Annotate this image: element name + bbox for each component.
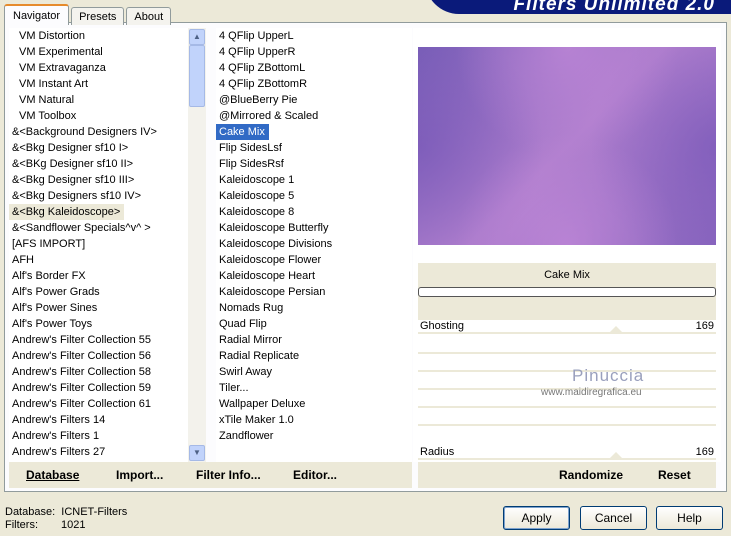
- watermark-url: www.maidiregrafica.eu: [541, 387, 642, 398]
- slider-value: 169: [695, 320, 714, 332]
- category-item[interactable]: Alf's Border FX: [9, 268, 188, 284]
- status-database: Database: ICNET-Filters: [5, 506, 127, 518]
- filter-item[interactable]: Radial Replicate: [216, 348, 412, 364]
- category-item[interactable]: VM Experimental: [9, 44, 188, 60]
- right-toolbar: Randomize Reset: [418, 462, 716, 488]
- app-banner: Filters Unlimited 2.0: [425, 0, 731, 15]
- category-item[interactable]: &<Sandflower Specials^v^ >: [9, 220, 188, 236]
- slider-thumb[interactable]: [608, 452, 624, 460]
- filter-item[interactable]: Nomads Rug: [216, 300, 412, 316]
- category-list[interactable]: VM Distortion VM Experimental VM Extravaga…: [9, 28, 188, 462]
- category-item[interactable]: VM Toolbox: [9, 108, 188, 124]
- category-item[interactable]: VM Distortion: [9, 28, 188, 44]
- progress-bar: [418, 287, 716, 297]
- category-item[interactable]: &<Bkg Designer sf10 I>: [9, 140, 188, 156]
- database-button[interactable]: Database: [26, 468, 79, 482]
- scroll-thumb[interactable]: [189, 45, 205, 107]
- status-value: ICNET-Filters: [61, 506, 128, 518]
- slider-value: 169: [695, 446, 714, 458]
- filter-item[interactable]: Wallpaper Deluxe: [216, 396, 412, 412]
- status-label: Database:: [5, 506, 56, 518]
- filter-item[interactable]: @BlueBerry Pie: [216, 92, 412, 108]
- category-item[interactable]: &<Background Designers IV>: [9, 124, 188, 140]
- slider-label: Radius: [420, 446, 455, 458]
- filter-item[interactable]: Kaleidoscope 1: [216, 172, 412, 188]
- category-scrollbar[interactable]: ▲ ▼: [188, 28, 206, 462]
- category-item[interactable]: AFH: [9, 252, 188, 268]
- category-item[interactable]: &<Bkg Kaleidoscope>: [9, 204, 125, 220]
- tab-bar: Navigator Presets About: [4, 4, 172, 25]
- category-item[interactable]: Andrew's Filter Collection 58: [9, 364, 188, 380]
- category-item[interactable]: Andrew's Filters 27: [9, 444, 188, 460]
- reset-button[interactable]: Reset: [658, 468, 691, 482]
- category-item[interactable]: VM Extravaganza: [9, 60, 188, 76]
- status-value: 1021: [61, 519, 86, 531]
- filter-item[interactable]: xTile Maker 1.0: [216, 412, 412, 428]
- slider-label: Ghosting: [420, 320, 465, 332]
- scroll-up-icon[interactable]: ▲: [189, 29, 205, 45]
- category-item[interactable]: Andrew's Filters 14: [9, 412, 188, 428]
- slider-radius[interactable]: Radius 169: [418, 446, 716, 460]
- filter-item[interactable]: Flip SidesLsf: [216, 140, 412, 156]
- category-item[interactable]: Andrew's Filters 1: [9, 428, 188, 444]
- filter-item[interactable]: 4 QFlip ZBottomR: [216, 76, 412, 92]
- tab-about[interactable]: About: [126, 7, 172, 25]
- help-button[interactable]: Help: [656, 506, 723, 530]
- category-item[interactable]: Andrew's Filter Collection 61: [9, 396, 188, 412]
- category-item[interactable]: Alf's Power Grads: [9, 284, 188, 300]
- randomize-button[interactable]: Randomize: [559, 468, 623, 482]
- filter-item[interactable]: Quad Flip: [216, 316, 412, 332]
- filter-item[interactable]: Kaleidoscope Heart: [216, 268, 412, 284]
- category-item[interactable]: Alf's Power Sines: [9, 300, 188, 316]
- status-label: Filters:: [5, 519, 38, 531]
- filter-item[interactable]: Zandflower: [216, 428, 412, 444]
- watermark-name: Pinuccia: [572, 366, 645, 385]
- category-item[interactable]: VM Natural: [9, 92, 188, 108]
- slider-thumb[interactable]: [608, 326, 624, 334]
- editor-button[interactable]: Editor...: [293, 468, 337, 482]
- category-item[interactable]: Andrew's Filter Collection 55: [9, 332, 188, 348]
- filter-item[interactable]: 4 QFlip UpperR: [216, 44, 412, 60]
- preview-image: [418, 47, 716, 245]
- filter-item[interactable]: Tiler...: [216, 380, 412, 396]
- filter-item[interactable]: @Mirrored & Scaled: [216, 108, 412, 124]
- filter-item[interactable]: 4 QFlip ZBottomL: [216, 60, 412, 76]
- scroll-down-icon[interactable]: ▼: [189, 445, 205, 461]
- tab-presets[interactable]: Presets: [71, 7, 125, 25]
- category-item[interactable]: Andrew's Filter Collection 59: [9, 380, 188, 396]
- category-item[interactable]: VM Instant Art: [9, 76, 188, 92]
- filter-item[interactable]: 4 QFlip UpperL: [216, 28, 412, 44]
- category-item[interactable]: &<BKg Designer sf10 II>: [9, 156, 188, 172]
- filter-item[interactable]: Radial Mirror: [216, 332, 412, 348]
- category-item[interactable]: &<Bkg Designer sf10 III>: [9, 172, 188, 188]
- status-filters: Filters: 1021: [5, 519, 85, 531]
- filter-item[interactable]: Kaleidoscope 8: [216, 204, 412, 220]
- filter-item[interactable]: Kaleidoscope 5: [216, 188, 412, 204]
- filter-list[interactable]: 4 QFlip UpperL 4 QFlip UpperR 4 QFlip ZBot…: [216, 28, 412, 462]
- category-item[interactable]: Alf's Power Toys: [9, 316, 188, 332]
- left-toolbar: Database Import... Filter Info... Editor…: [9, 462, 412, 488]
- cancel-button[interactable]: Cancel: [580, 506, 647, 530]
- filter-item[interactable]: Kaleidoscope Persian: [216, 284, 412, 300]
- filter-item[interactable]: Kaleidoscope Divisions: [216, 236, 412, 252]
- filter-item[interactable]: Flip SidesRsf: [216, 156, 412, 172]
- filter-item[interactable]: Cake Mix: [216, 124, 269, 140]
- filter-item[interactable]: Kaleidoscope Butterfly: [216, 220, 412, 236]
- filter-item[interactable]: Swirl Away: [216, 364, 412, 380]
- tab-navigator[interactable]: Navigator: [4, 4, 70, 25]
- filter-info-button[interactable]: Filter Info...: [196, 468, 261, 482]
- import-button[interactable]: Import...: [116, 468, 163, 482]
- filter-item[interactable]: Kaleidoscope Flower: [216, 252, 412, 268]
- slider-ghosting[interactable]: Ghosting 169: [418, 320, 716, 334]
- category-item[interactable]: Andrew's Filter Collection 56: [9, 348, 188, 364]
- category-item[interactable]: [AFS IMPORT]: [9, 236, 188, 252]
- apply-button[interactable]: Apply: [503, 506, 570, 530]
- category-item[interactable]: &<Bkg Designers sf10 IV>: [9, 188, 188, 204]
